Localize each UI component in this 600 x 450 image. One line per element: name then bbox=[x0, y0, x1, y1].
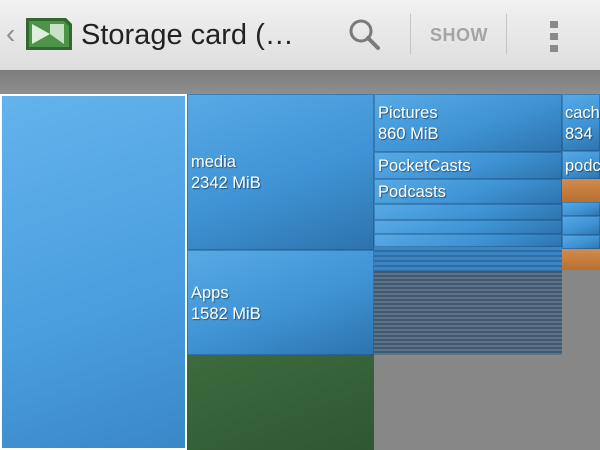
treemap-tile-cache[interactable]: cach 834 bbox=[562, 94, 600, 151]
treemap-tile[interactable] bbox=[374, 234, 562, 247]
tile-name: media bbox=[191, 153, 236, 171]
tile-name: cach bbox=[565, 104, 600, 122]
search-icon bbox=[349, 19, 380, 50]
action-bar: ‹ Storage card (… SHOW bbox=[0, 0, 600, 70]
tile-name: Apps bbox=[191, 284, 229, 302]
tile-size: 2342 MiB bbox=[191, 174, 261, 192]
action-bar-shadow bbox=[0, 70, 600, 94]
treemap-tile-pictures[interactable]: Pictures 860 MiB bbox=[374, 94, 562, 152]
tile-name: Pictures bbox=[378, 104, 438, 122]
treemap-tile[interactable] bbox=[374, 204, 562, 220]
tile-size: 1582 MiB bbox=[191, 305, 261, 323]
treemap-tile-group[interactable] bbox=[374, 247, 562, 271]
tile-size: 834 bbox=[565, 125, 593, 143]
tile-name: podc bbox=[565, 157, 600, 175]
treemap-tile[interactable] bbox=[562, 202, 600, 216]
treemap-tile-group[interactable] bbox=[374, 271, 562, 355]
overflow-menu-icon bbox=[550, 21, 558, 52]
treemap-tile[interactable] bbox=[562, 235, 600, 249]
search-button[interactable] bbox=[342, 12, 388, 58]
treemap-tile-pocketcasts[interactable]: PocketCasts bbox=[374, 152, 562, 179]
treemap-empty-area bbox=[374, 355, 562, 450]
treemap-tile-apps[interactable]: Apps 1582 MiB bbox=[187, 250, 374, 355]
divider bbox=[410, 14, 411, 54]
treemap-tile[interactable] bbox=[562, 216, 600, 235]
treemap-empty-area bbox=[562, 270, 600, 450]
overflow-menu-button[interactable] bbox=[540, 12, 570, 58]
treemap-tile-green[interactable] bbox=[187, 355, 374, 450]
chevron-left-icon[interactable]: ‹ bbox=[6, 16, 15, 52]
page-title: Storage card (… bbox=[81, 19, 294, 51]
treemap-tile-selected[interactable] bbox=[0, 94, 187, 450]
treemap-tile[interactable] bbox=[374, 220, 562, 234]
treemap-tile-podc[interactable]: podc bbox=[562, 151, 600, 179]
divider bbox=[506, 14, 507, 54]
treemap-tile-podcasts[interactable]: Podcasts bbox=[374, 179, 562, 204]
treemap-tile[interactable] bbox=[562, 249, 600, 270]
tile-name: PocketCasts bbox=[378, 157, 471, 175]
treemap-tile-media[interactable]: media 2342 MiB bbox=[187, 94, 374, 250]
show-button[interactable]: SHOW bbox=[416, 18, 502, 52]
tile-size: 860 MiB bbox=[378, 125, 439, 143]
tile-name: Podcasts bbox=[378, 183, 446, 201]
storage-card-icon[interactable] bbox=[24, 16, 74, 52]
storage-treemap[interactable]: media 2342 MiB Apps 1582 MiB Pictures 86… bbox=[0, 94, 600, 450]
treemap-tile[interactable] bbox=[562, 179, 600, 202]
